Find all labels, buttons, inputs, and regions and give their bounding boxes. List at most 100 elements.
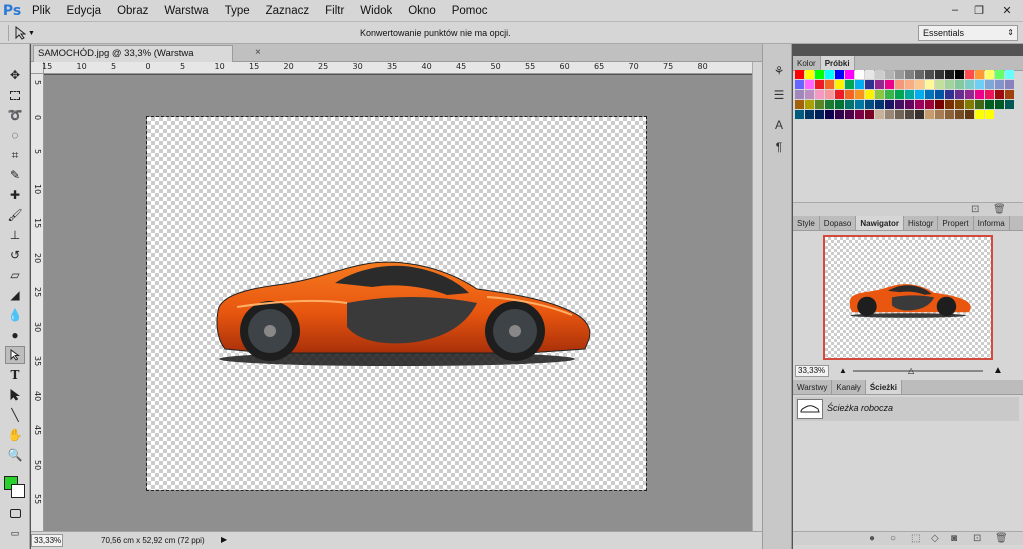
- swatch[interactable]: [915, 90, 924, 99]
- swatch[interactable]: [805, 70, 814, 79]
- navigator-preview[interactable]: [823, 235, 993, 360]
- document-canvas[interactable]: [146, 116, 647, 491]
- close-tab-icon[interactable]: ×: [255, 47, 261, 58]
- vertical-scrollbar[interactable]: [752, 62, 762, 531]
- swatch[interactable]: [985, 90, 994, 99]
- swatch[interactable]: [925, 80, 934, 89]
- add-mask-icon[interactable]: ◙: [951, 533, 957, 544]
- hand-tool[interactable]: ✋: [5, 426, 25, 444]
- selection-to-path-icon[interactable]: ◇: [931, 533, 939, 544]
- swatch[interactable]: [835, 70, 844, 79]
- swatch[interactable]: [905, 110, 914, 119]
- swatch[interactable]: [905, 80, 914, 89]
- swatch[interactable]: [965, 90, 974, 99]
- vertical-ruler[interactable]: 5 0 5 1​0 1​5 2​0 2​5 3​0 3​5 4​0 4​5 5​0 5​5: [31, 74, 44, 531]
- swatch[interactable]: [875, 90, 884, 99]
- menu-file[interactable]: Plik: [24, 0, 59, 22]
- swatch[interactable]: [955, 70, 964, 79]
- swatch[interactable]: [935, 90, 944, 99]
- line-tool[interactable]: ╲: [5, 406, 25, 424]
- swatch[interactable]: [795, 100, 804, 109]
- swatch[interactable]: [955, 90, 964, 99]
- swatch[interactable]: [935, 110, 944, 119]
- swatch[interactable]: [945, 100, 954, 109]
- swatch[interactable]: [865, 110, 874, 119]
- swatch[interactable]: [905, 70, 914, 79]
- swatch[interactable]: [935, 100, 944, 109]
- new-swatch-icon[interactable]: ⊡: [971, 204, 979, 215]
- swatch[interactable]: [835, 100, 844, 109]
- swatch[interactable]: [975, 90, 984, 99]
- swatch[interactable]: [835, 80, 844, 89]
- tab-navigator[interactable]: Nawigator: [856, 216, 905, 230]
- swatch[interactable]: [865, 100, 874, 109]
- swatch[interactable]: [1005, 70, 1014, 79]
- swatch[interactable]: [865, 80, 874, 89]
- swatch[interactable]: [965, 80, 974, 89]
- swatch[interactable]: [875, 80, 884, 89]
- navigator-zoom-field[interactable]: 33,33%: [795, 365, 829, 377]
- swatch[interactable]: [845, 70, 854, 79]
- swatch[interactable]: [875, 70, 884, 79]
- swatch[interactable]: [1005, 90, 1014, 99]
- delete-path-icon[interactable]: 🗑: [995, 533, 1008, 544]
- swatch[interactable]: [885, 80, 894, 89]
- swatch[interactable]: [835, 90, 844, 99]
- swatch[interactable]: [855, 100, 864, 109]
- healing-tool[interactable]: ✚: [5, 186, 25, 204]
- direct-select-tool[interactable]: [5, 346, 25, 364]
- swatch[interactable]: [935, 70, 944, 79]
- swatch[interactable]: [805, 90, 814, 99]
- zoom-in-icon[interactable]: ▲: [993, 365, 1003, 376]
- swatch[interactable]: [835, 110, 844, 119]
- swatch[interactable]: [865, 70, 874, 79]
- bucket-tool[interactable]: ◢: [5, 286, 25, 304]
- swatch[interactable]: [915, 100, 924, 109]
- swatch[interactable]: [945, 110, 954, 119]
- stroke-path-icon[interactable]: ○: [890, 533, 896, 544]
- minimize-button[interactable]: –: [943, 0, 967, 20]
- tab-histogram[interactable]: Histogr: [904, 216, 939, 230]
- swatch[interactable]: [805, 110, 814, 119]
- swatch[interactable]: [925, 90, 934, 99]
- swatch[interactable]: [795, 70, 804, 79]
- swatch[interactable]: [885, 70, 894, 79]
- screen-mode-button[interactable]: ▭: [5, 524, 25, 542]
- swatch[interactable]: [945, 80, 954, 89]
- swatch[interactable]: [975, 70, 984, 79]
- tab-layers[interactable]: Warstwy: [793, 380, 833, 394]
- swatch[interactable]: [845, 80, 854, 89]
- swatch[interactable]: [925, 100, 934, 109]
- swatch[interactable]: [805, 100, 814, 109]
- type-tool[interactable]: T: [5, 366, 25, 384]
- restore-button[interactable]: ❐: [967, 0, 991, 20]
- menu-help[interactable]: Pomoc: [444, 0, 496, 22]
- status-menu-arrow[interactable]: ▶: [221, 535, 227, 544]
- swatch[interactable]: [895, 90, 904, 99]
- lasso-tool[interactable]: ➰: [5, 106, 25, 124]
- menu-view[interactable]: Widok: [352, 0, 400, 22]
- navigator-zoom-slider[interactable]: [853, 370, 983, 372]
- dodge-tool[interactable]: ●: [5, 326, 25, 344]
- swatch[interactable]: [815, 100, 824, 109]
- swatch[interactable]: [995, 70, 1004, 79]
- swatch[interactable]: [895, 100, 904, 109]
- swatch[interactable]: [895, 80, 904, 89]
- swatch[interactable]: [985, 70, 994, 79]
- tab-paths[interactable]: Ścieżki: [865, 380, 902, 394]
- swatch[interactable]: [965, 110, 974, 119]
- swatch[interactable]: [955, 100, 964, 109]
- menu-layer[interactable]: Warstwa: [156, 0, 216, 22]
- menu-edit[interactable]: Edycja: [59, 0, 110, 22]
- swatch[interactable]: [815, 80, 824, 89]
- trash-icon[interactable]: 🗑: [993, 204, 1006, 215]
- menu-image[interactable]: Obraz: [109, 0, 156, 22]
- canvas-area[interactable]: [44, 75, 752, 531]
- zoom-tool[interactable]: 🔍: [5, 446, 25, 464]
- swatch[interactable]: [945, 70, 954, 79]
- quick-mask-button[interactable]: [5, 504, 25, 522]
- swatch[interactable]: [815, 70, 824, 79]
- swatch[interactable]: [815, 110, 824, 119]
- swatch[interactable]: [895, 70, 904, 79]
- swatch[interactable]: [855, 90, 864, 99]
